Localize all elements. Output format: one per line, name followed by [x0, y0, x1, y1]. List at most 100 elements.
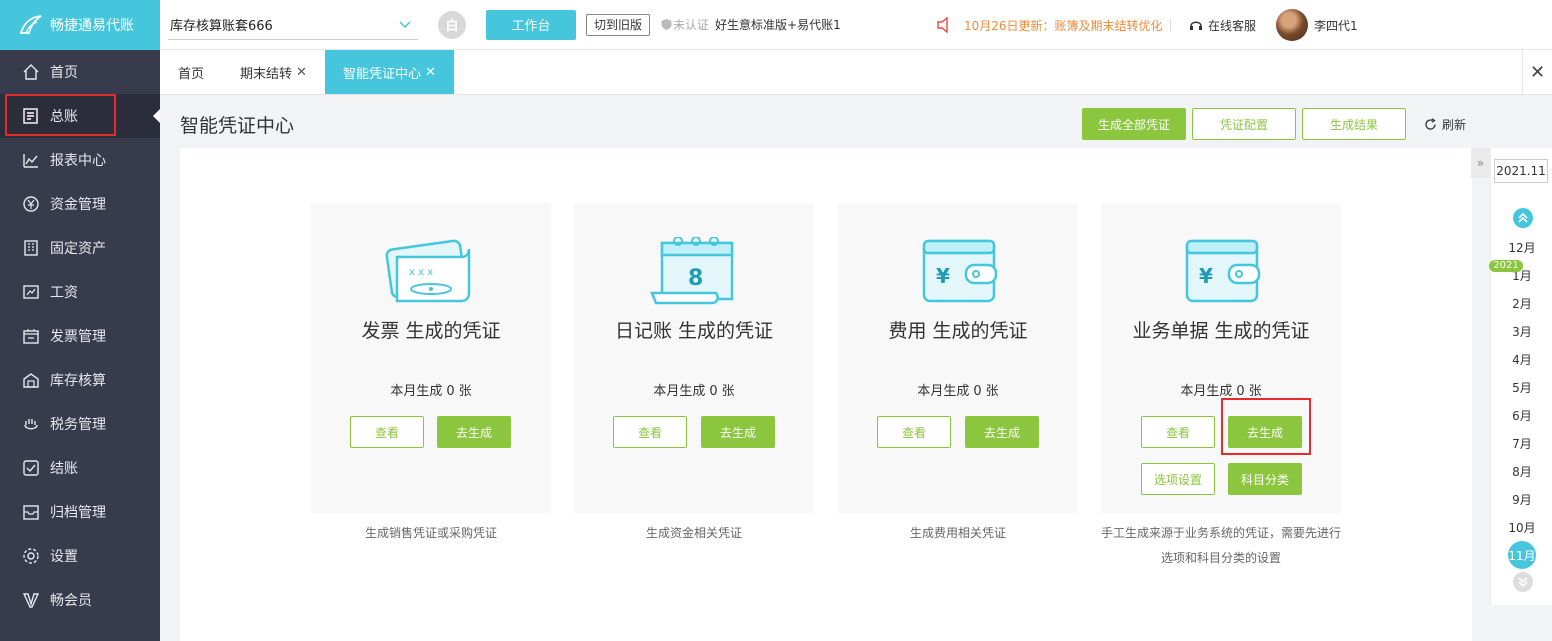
sidebar-item-building[interactable]: 固定资产 [0, 226, 160, 270]
month-11-selected[interactable]: 11月 [1508, 541, 1536, 569]
svg-text:¥: ¥ [1199, 264, 1213, 288]
tab-label: 期末结转 [240, 66, 293, 82]
business-wallet-icon: ¥ [1185, 239, 1261, 303]
header-divider [1170, 18, 1171, 32]
sidebar-item-label: 固定资产 [50, 241, 106, 257]
expand-panel-icon[interactable]: » [1471, 148, 1490, 178]
sidebar-item-invoice[interactable]: 发票管理 [0, 314, 160, 358]
building-icon [24, 240, 38, 256]
refresh-button[interactable]: 刷新 [1424, 116, 1466, 133]
expense-card-description: 生成费用相关凭证 [909, 526, 1006, 540]
update-notice[interactable]: 10月26日更新：账簿及期末结转优化 [936, 0, 1163, 50]
subject-classify-button[interactable]: 科目分类 [1228, 463, 1302, 495]
close-tab-icon[interactable]: ✕ [425, 65, 436, 80]
voucher-center-panel: x x x 发票 生成的凭证 本月生成 0 张 查看 去生成 生成销售凭证或采购凭证… [180, 148, 1472, 641]
sidebar-item-chart[interactable]: 报表中心 [0, 138, 160, 182]
voucher-config-button[interactable]: 凭证配置 [1192, 108, 1296, 140]
business-view-button[interactable]: 查看 [1141, 416, 1215, 448]
sidebar-item-checkout[interactable]: 结账 [0, 446, 160, 490]
invoice-view-button[interactable]: 查看 [350, 416, 424, 448]
journal-voucher-card: 8 日记账 生成的凭证 本月生成 0 张 查看 去生成 [574, 203, 814, 513]
invoice-card-title: 发票 生成的凭证 [361, 320, 501, 342]
close-all-tabs-icon[interactable]: ✕ [1522, 50, 1552, 95]
shield-icon [661, 19, 672, 30]
tab-label: 首页 [178, 66, 205, 82]
sidebar-item-vip[interactable]: 畅会员 [0, 578, 160, 622]
tab-0[interactable]: 首页 [160, 50, 222, 94]
vip-icon [22, 593, 40, 608]
ledger-icon [23, 108, 38, 124]
business-monthly-count: 本月生成 0 张 [1180, 384, 1262, 399]
month-item[interactable]: 7月 [1491, 435, 1552, 452]
account-set-select[interactable]: 库存核算账套666 [168, 10, 418, 40]
sidebar-item-label: 工资 [50, 285, 78, 301]
month-item[interactable]: 3月 [1491, 323, 1552, 340]
speaker-icon [937, 16, 948, 34]
expense-view-button[interactable]: 查看 [877, 416, 951, 448]
archive-icon [23, 505, 39, 520]
close-tab-icon[interactable]: ✕ [296, 65, 307, 80]
wallet-icon: ¥ [922, 239, 998, 303]
month-item[interactable]: 9月 [1491, 491, 1552, 508]
current-period[interactable]: 2021.11 [1494, 159, 1548, 183]
sidebar-item-label: 畅会员 [50, 593, 92, 609]
sidebar: 畅捷通易代账 首页总账报表中心资金管理固定资产工资发票管理库存核算税务管理 结账归… [0, 0, 160, 641]
month-item[interactable]: 6月 [1491, 407, 1552, 424]
expense-monthly-count: 本月生成 0 张 [917, 384, 999, 399]
month-item[interactable]: 10月 [1491, 519, 1552, 536]
month-item[interactable]: 8月 [1491, 463, 1552, 480]
invoice-icon [23, 329, 39, 344]
journal-monthly-count: 本月生成 0 张 [653, 384, 735, 399]
page-title: 智能凭证中心 [180, 115, 295, 137]
journal-card-title: 日记账 生成的凭证 [614, 320, 774, 342]
sidebar-item-yen-coin[interactable]: 资金管理 [0, 182, 160, 226]
bai-circle-button[interactable]: 白 [438, 10, 466, 39]
sidebar-item-label: 报表中心 [50, 153, 106, 169]
expense-card-title: 费用 生成的凭证 [888, 320, 1028, 342]
chevron-down-double-icon[interactable] [1513, 572, 1533, 592]
option-settings-button[interactable]: 选项设置 [1141, 463, 1215, 495]
journal-view-button[interactable]: 查看 [613, 416, 687, 448]
sidebar-item-ledger[interactable]: 总账 [0, 94, 160, 138]
sidebar-item-archive[interactable]: 归档管理 [0, 490, 160, 534]
month-item[interactable]: 2月 [1491, 295, 1552, 312]
chevron-down-icon [399, 21, 411, 29]
tab-2[interactable]: 智能凭证中心 ✕ [324, 50, 454, 94]
sidebar-item-label: 归档管理 [50, 505, 106, 521]
sidebar-item-label: 首页 [50, 65, 78, 81]
journal-generate-button[interactable]: 去生成 [701, 416, 775, 448]
sidebar-item-label: 资金管理 [50, 197, 106, 213]
journal-card-description: 生成资金相关凭证 [645, 526, 742, 540]
business-desc-line2: 选项和科目分类的设置 [1160, 551, 1281, 565]
sidebar-item-gear[interactable]: 设置 [0, 534, 160, 578]
month-item[interactable]: 5月 [1491, 379, 1552, 396]
sidebar-item-label: 库存核算 [50, 373, 106, 389]
svg-text:8: 8 [688, 266, 703, 291]
online-service-link[interactable]: 在线客服 [1188, 0, 1256, 50]
sidebar-item-salary[interactable]: 工资 [0, 270, 160, 314]
generate-result-button[interactable]: 生成结果 [1302, 108, 1406, 140]
unverified-badge[interactable]: 未认证 [660, 16, 709, 33]
invoice-card-description: 生成销售凭证或采购凭证 [364, 526, 497, 540]
user-menu[interactable]: 李四代1 [1276, 0, 1358, 50]
expense-generate-button[interactable]: 去生成 [965, 416, 1039, 448]
switch-old-version-button[interactable]: 切到旧版 [586, 13, 651, 36]
workbench-button[interactable]: 工作台 [486, 9, 576, 40]
year-badge: 2021 [1489, 260, 1523, 272]
month-item[interactable]: 12月 [1491, 239, 1552, 256]
sidebar-item-hand[interactable]: 税务管理 [0, 402, 160, 446]
tab-1[interactable]: 期末结转 ✕ [222, 50, 325, 94]
user-name: 李四代1 [1314, 18, 1358, 33]
generate-all-vouchers-button[interactable]: 生成全部凭证 [1082, 108, 1186, 140]
business-generate-button[interactable]: 去生成 [1228, 416, 1302, 448]
yen-coin-icon [23, 196, 39, 212]
invoice-generate-button[interactable]: 去生成 [437, 416, 511, 448]
app-logo[interactable]: 畅捷通易代账 [0, 0, 160, 50]
sidebar-item-label: 设置 [50, 549, 78, 565]
expense-voucher-card: ¥ 费用 生成的凭证 本月生成 0 张 查看 去生成 [838, 203, 1078, 513]
sidebar-item-home[interactable]: 首页 [0, 50, 160, 94]
chevron-up-icon[interactable] [1513, 208, 1533, 228]
sidebar-item-warehouse[interactable]: 库存核算 [0, 358, 160, 402]
avatar [1276, 9, 1308, 41]
month-item[interactable]: 4月 [1491, 351, 1552, 368]
